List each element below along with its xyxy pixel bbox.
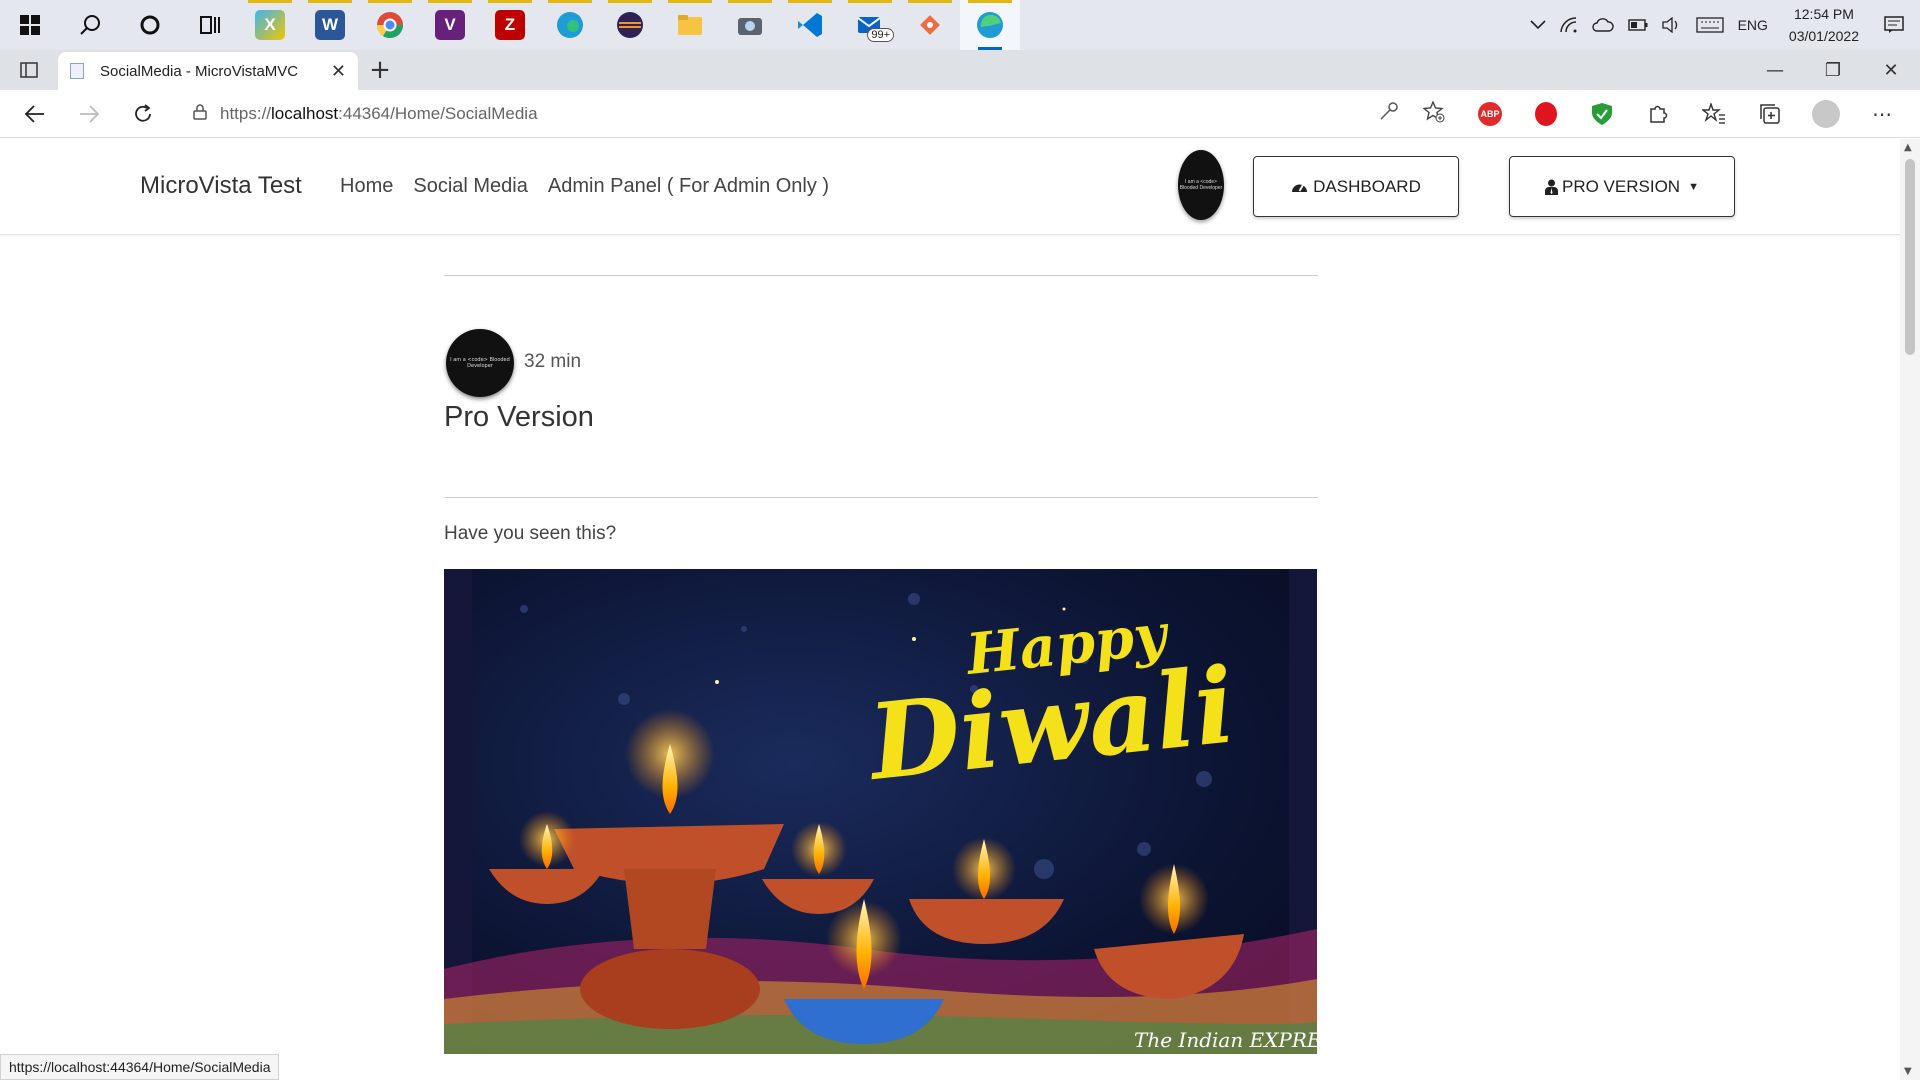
page-viewport: MicroVista Test Home Social Media Admin … bbox=[0, 139, 1900, 1080]
dashboard-icon bbox=[1291, 180, 1308, 194]
edge-icon[interactable] bbox=[960, 0, 1020, 50]
dashboard-button[interactable]: DASHBOARD bbox=[1253, 156, 1459, 217]
profile-avatar[interactable] bbox=[1798, 100, 1854, 128]
clock[interactable]: 12:54 PM 03/01/2022 bbox=[1789, 3, 1859, 47]
shield-extension-icon[interactable] bbox=[1574, 102, 1630, 126]
scroll-up-icon[interactable]: ▲ bbox=[1904, 142, 1912, 153]
post-title: Pro Version bbox=[444, 401, 594, 433]
git-app-icon[interactable] bbox=[900, 0, 960, 50]
nav-links: Home Social Media Admin Panel ( For Admi… bbox=[340, 175, 829, 198]
close-window-icon[interactable]: ✕ bbox=[1862, 50, 1920, 90]
post-text: Have you seen this? bbox=[444, 523, 617, 544]
extensions-area: ABP ⋯ bbox=[1462, 90, 1920, 138]
pro-version-dropdown[interactable]: PRO VERSION ▼ bbox=[1509, 156, 1735, 217]
forward-button[interactable] bbox=[62, 90, 116, 138]
pro-version-label: PRO VERSION bbox=[1562, 176, 1681, 196]
diwali-illustration: Happy Diwali The Indian EXPRESS bbox=[444, 569, 1317, 1054]
post-image[interactable]: Happy Diwali The Indian EXPRESS bbox=[444, 569, 1317, 1054]
key-icon[interactable] bbox=[1379, 101, 1399, 128]
site-brand[interactable]: MicroVista Test bbox=[140, 172, 302, 200]
battery-icon[interactable] bbox=[1627, 19, 1648, 31]
scroll-down-icon[interactable]: ▼ bbox=[1904, 1066, 1912, 1077]
site-navbar: MicroVista Test Home Social Media Admin … bbox=[0, 139, 1900, 235]
app-launcher-icon[interactable]: X bbox=[240, 0, 300, 50]
file-explorer-icon[interactable] bbox=[660, 0, 720, 50]
scrollbar-thumb[interactable] bbox=[1905, 159, 1915, 355]
url-prefix: https:// bbox=[220, 104, 272, 123]
browser-tab[interactable]: SocialMedia - MicroVistaMVC ✕ bbox=[58, 52, 358, 90]
divider bbox=[444, 497, 1318, 498]
language-indicator[interactable]: ENG bbox=[1738, 17, 1768, 33]
system-tray: ENG 12:54 PM 03/01/2022 bbox=[1523, 0, 1920, 50]
avatar-caption: I am a <code> Blooded Developer bbox=[1179, 179, 1223, 191]
cloud-icon[interactable] bbox=[1591, 18, 1614, 32]
camera-icon[interactable] bbox=[720, 0, 780, 50]
address-bar[interactable]: https:// localhost :44364/Home/SocialMed… bbox=[180, 96, 1455, 132]
tab-title: SocialMedia - MicroVistaMVC bbox=[100, 62, 299, 80]
wifi-icon[interactable] bbox=[1559, 17, 1578, 33]
mail-icon[interactable]: 99+ bbox=[840, 0, 900, 50]
nav-home[interactable]: Home bbox=[340, 175, 393, 198]
lock-icon[interactable] bbox=[180, 103, 220, 125]
user-avatar[interactable]: I am a <code> Blooded Developer bbox=[1178, 150, 1224, 220]
nav-social-media[interactable]: Social Media bbox=[413, 175, 528, 198]
page-favicon-icon bbox=[70, 63, 84, 79]
post-time: 32 min bbox=[524, 351, 582, 372]
task-view-icon[interactable] bbox=[180, 0, 240, 50]
divider bbox=[444, 275, 1318, 276]
new-tab-button[interactable]: + bbox=[358, 50, 402, 90]
window-controls: — ❐ ✕ bbox=[1746, 50, 1920, 90]
tab-actions-icon[interactable] bbox=[0, 50, 58, 90]
volume-icon[interactable] bbox=[1661, 17, 1682, 33]
cortana-icon[interactable] bbox=[120, 0, 180, 50]
url-path: :44364/Home/SocialMedia bbox=[338, 104, 538, 123]
adblock-plus-icon[interactable]: ABP bbox=[1462, 102, 1518, 126]
dashboard-label: DASHBOARD bbox=[1313, 176, 1421, 196]
back-button[interactable] bbox=[8, 90, 62, 138]
collections-icon[interactable] bbox=[1742, 103, 1798, 125]
visual-studio-icon[interactable]: V bbox=[420, 0, 480, 50]
vscode-icon[interactable] bbox=[780, 0, 840, 50]
mail-badge: 99+ bbox=[867, 28, 894, 42]
extensions-icon[interactable] bbox=[1630, 103, 1686, 125]
url-host: localhost bbox=[271, 104, 339, 123]
more-menu-icon[interactable]: ⋯ bbox=[1854, 102, 1910, 126]
add-favorite-icon[interactable] bbox=[1422, 99, 1445, 128]
indian-express-watermark: The Indian EXPRESS bbox=[1134, 1028, 1317, 1052]
word-icon[interactable]: W bbox=[300, 0, 360, 50]
filezilla-icon[interactable]: Z bbox=[480, 0, 540, 50]
minimize-icon[interactable]: — bbox=[1746, 50, 1804, 90]
close-tab-icon[interactable]: ✕ bbox=[331, 61, 346, 82]
tab-strip: SocialMedia - MicroVistaMVC ✕ + — ❐ ✕ bbox=[0, 50, 1920, 90]
search-icon[interactable] bbox=[60, 0, 120, 50]
page-scrollbar[interactable]: ▲ ▼ bbox=[1900, 139, 1920, 1080]
taskbar: X W V Z 99+ ENG 12:54 PM 03/01/2022 bbox=[0, 0, 1920, 50]
restore-icon[interactable]: ❐ bbox=[1804, 50, 1862, 90]
user-tie-icon bbox=[1545, 179, 1558, 195]
chevron-up-icon[interactable] bbox=[1530, 20, 1546, 30]
favorites-icon[interactable] bbox=[1686, 103, 1742, 125]
opera-addon-icon[interactable] bbox=[1518, 102, 1574, 126]
chrome-icon[interactable] bbox=[360, 0, 420, 50]
clock-date: 03/01/2022 bbox=[1788, 28, 1859, 44]
caret-down-icon: ▼ bbox=[1688, 180, 1699, 193]
eclipse-icon[interactable] bbox=[600, 0, 660, 50]
edge-dev-icon[interactable] bbox=[540, 0, 600, 50]
notifications-icon[interactable] bbox=[1884, 16, 1904, 34]
diwali-text: Diwali bbox=[861, 643, 1240, 804]
windows-start-icon[interactable] bbox=[0, 0, 60, 50]
clock-time: 12:54 PM bbox=[1793, 6, 1854, 22]
keyboard-icon[interactable] bbox=[1695, 17, 1724, 33]
post-avatar-caption: I am a <code> Blooded Developer bbox=[450, 357, 510, 369]
browser-toolbar: https:// localhost :44364/Home/SocialMed… bbox=[0, 90, 1920, 138]
post-author-avatar[interactable]: I am a <code> Blooded Developer bbox=[446, 329, 514, 397]
nav-admin-panel[interactable]: Admin Panel ( For Admin Only ) bbox=[548, 175, 829, 198]
refresh-button[interactable] bbox=[116, 90, 170, 138]
status-bar-url: https://localhost:44364/Home/SocialMedia bbox=[0, 1054, 280, 1080]
